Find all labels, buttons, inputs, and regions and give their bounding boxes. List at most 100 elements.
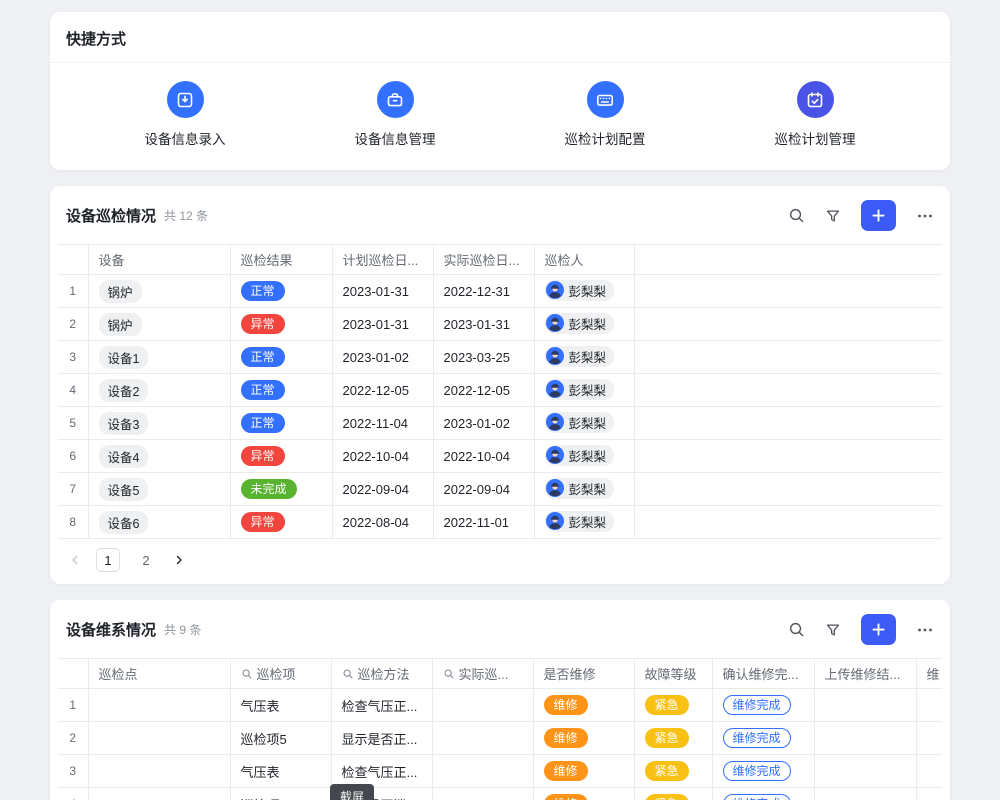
- result-cell[interactable]: 正常: [230, 275, 332, 308]
- col-header-actual[interactable]: 实际巡...: [432, 659, 533, 689]
- repair-cell[interactable]: 维修: [533, 788, 634, 800]
- device-cell[interactable]: 设备4: [88, 440, 230, 473]
- upload-cell[interactable]: [814, 755, 916, 788]
- method-cell[interactable]: 显示是否正...: [331, 722, 432, 755]
- planned-date-cell[interactable]: 2023-01-02: [332, 341, 433, 374]
- upload-cell[interactable]: [814, 788, 916, 800]
- device-cell[interactable]: 设备1: [88, 341, 230, 374]
- level-cell[interactable]: 紧急: [634, 689, 712, 722]
- filter-icon[interactable]: [825, 208, 841, 224]
- method-cell[interactable]: 检查气压正...: [331, 755, 432, 788]
- col-header-inspector[interactable]: 巡检人: [534, 245, 634, 275]
- more-icon[interactable]: [916, 207, 934, 225]
- inspector-cell[interactable]: 彭梨梨: [534, 275, 634, 308]
- method-cell[interactable]: 检查气压正...: [331, 689, 432, 722]
- actual-date-cell[interactable]: 2022-09-04: [433, 473, 534, 506]
- page-number-2[interactable]: 2: [134, 548, 158, 572]
- planned-date-cell[interactable]: 2023-01-31: [332, 308, 433, 341]
- planned-date-cell[interactable]: 2022-09-04: [332, 473, 433, 506]
- planned-date-cell[interactable]: 2022-12-05: [332, 374, 433, 407]
- point-cell[interactable]: [88, 722, 230, 755]
- confirm-cell[interactable]: 维修完成: [712, 689, 814, 722]
- device-cell[interactable]: 锅炉: [88, 275, 230, 308]
- upload-cell[interactable]: [814, 722, 916, 755]
- point-cell[interactable]: [88, 788, 230, 800]
- repair-cell[interactable]: 维修: [533, 689, 634, 722]
- actual-date-cell[interactable]: 2023-03-25: [433, 341, 534, 374]
- actual-date-cell[interactable]: 2023-01-31: [433, 308, 534, 341]
- inspector-cell[interactable]: 彭梨梨: [534, 506, 634, 539]
- col-header-last[interactable]: 维: [916, 659, 942, 689]
- col-header-upload[interactable]: 上传维修结...: [814, 659, 916, 689]
- shortcut-plan-manage[interactable]: 巡检计划管理: [710, 81, 920, 148]
- col-header-item[interactable]: 巡检项: [230, 659, 331, 689]
- confirm-cell[interactable]: 维修完成: [712, 788, 814, 800]
- more-icon[interactable]: [916, 621, 934, 639]
- chevron-left-icon[interactable]: [68, 553, 82, 567]
- add-record-button[interactable]: [861, 614, 896, 645]
- inspector-cell[interactable]: 彭梨梨: [534, 473, 634, 506]
- item-cell[interactable]: 巡检项5: [230, 788, 331, 800]
- col-header-result[interactable]: 巡检结果: [230, 245, 332, 275]
- point-cell[interactable]: [88, 755, 230, 788]
- result-cell[interactable]: 异常: [230, 308, 332, 341]
- actual-date-cell[interactable]: 2022-12-31: [433, 275, 534, 308]
- confirm-cell[interactable]: 维修完成: [712, 722, 814, 755]
- actual-date-cell[interactable]: 2022-11-01: [433, 506, 534, 539]
- actual-cell[interactable]: [432, 755, 533, 788]
- actual-cell[interactable]: [432, 788, 533, 800]
- item-cell[interactable]: 巡检项5: [230, 722, 331, 755]
- repair-cell[interactable]: 维修: [533, 755, 634, 788]
- filter-icon[interactable]: [825, 622, 841, 638]
- planned-date-cell[interactable]: 2022-08-04: [332, 506, 433, 539]
- device-cell[interactable]: 设备6: [88, 506, 230, 539]
- last-cell[interactable]: [916, 788, 942, 800]
- last-cell[interactable]: [916, 755, 942, 788]
- device-cell[interactable]: 锅炉: [88, 308, 230, 341]
- level-cell[interactable]: 紧急: [634, 788, 712, 800]
- confirm-cell[interactable]: 维修完成: [712, 755, 814, 788]
- level-cell[interactable]: 紧急: [634, 722, 712, 755]
- result-cell[interactable]: 未完成: [230, 473, 332, 506]
- item-cell[interactable]: 气压表: [230, 689, 331, 722]
- col-header-device[interactable]: 设备: [88, 245, 230, 275]
- inspector-cell[interactable]: 彭梨梨: [534, 341, 634, 374]
- result-cell[interactable]: 异常: [230, 440, 332, 473]
- planned-date-cell[interactable]: 2022-10-04: [332, 440, 433, 473]
- inspector-cell[interactable]: 彭梨梨: [534, 308, 634, 341]
- last-cell[interactable]: [916, 722, 942, 755]
- point-cell[interactable]: [88, 689, 230, 722]
- col-header-point[interactable]: 巡检点: [88, 659, 230, 689]
- level-cell[interactable]: 紧急: [634, 755, 712, 788]
- shortcut-plan-config[interactable]: 巡检计划配置: [500, 81, 710, 148]
- page-number-1[interactable]: 1: [96, 548, 120, 572]
- col-header-repair[interactable]: 是否维修: [533, 659, 634, 689]
- result-cell[interactable]: 正常: [230, 374, 332, 407]
- actual-date-cell[interactable]: 2022-10-04: [433, 440, 534, 473]
- result-cell[interactable]: 正常: [230, 341, 332, 374]
- result-cell[interactable]: 异常: [230, 506, 332, 539]
- col-header-level[interactable]: 故障等级: [634, 659, 712, 689]
- last-cell[interactable]: [916, 689, 942, 722]
- actual-cell[interactable]: [432, 722, 533, 755]
- chevron-right-icon[interactable]: [172, 553, 186, 567]
- planned-date-cell[interactable]: 2023-01-31: [332, 275, 433, 308]
- planned-date-cell[interactable]: 2022-11-04: [332, 407, 433, 440]
- result-cell[interactable]: 正常: [230, 407, 332, 440]
- shortcut-device-entry[interactable]: 设备信息录入: [80, 81, 290, 148]
- actual-date-cell[interactable]: 2022-12-05: [433, 374, 534, 407]
- add-record-button[interactable]: [861, 200, 896, 231]
- search-icon[interactable]: [788, 621, 805, 638]
- inspector-cell[interactable]: 彭梨梨: [534, 440, 634, 473]
- device-cell[interactable]: 设备2: [88, 374, 230, 407]
- col-header-confirm[interactable]: 确认维修完...: [712, 659, 814, 689]
- inspector-cell[interactable]: 彭梨梨: [534, 374, 634, 407]
- col-header-actual-date[interactable]: 实际巡检日...: [433, 245, 534, 275]
- shortcut-device-manage[interactable]: 设备信息管理: [290, 81, 500, 148]
- device-cell[interactable]: 设备5: [88, 473, 230, 506]
- upload-cell[interactable]: [814, 689, 916, 722]
- actual-date-cell[interactable]: 2023-01-02: [433, 407, 534, 440]
- inspector-cell[interactable]: 彭梨梨: [534, 407, 634, 440]
- col-header-planned-date[interactable]: 计划巡检日...: [332, 245, 433, 275]
- col-header-method[interactable]: 巡检方法: [331, 659, 432, 689]
